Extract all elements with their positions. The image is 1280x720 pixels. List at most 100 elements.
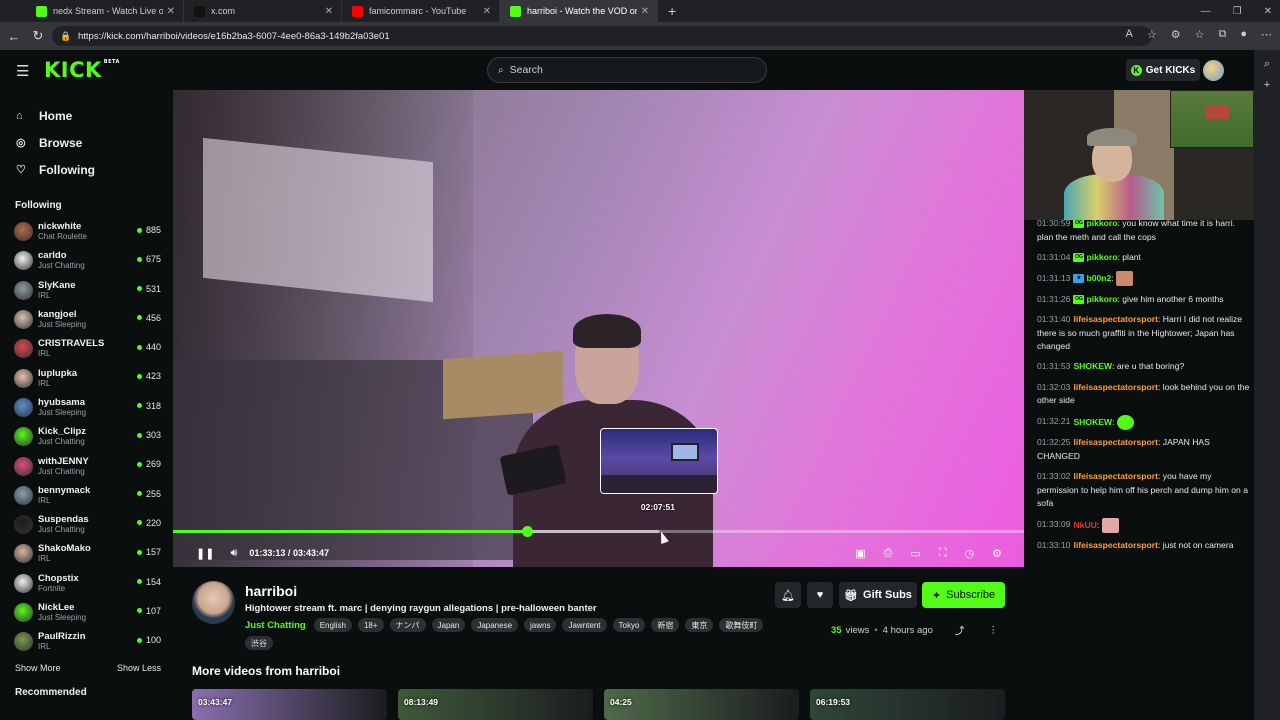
favorites-icon[interactable]: ☆ xyxy=(1195,28,1205,41)
gift-subs-button[interactable]: 🎁︎ Gift Subs xyxy=(839,582,917,608)
chat-username[interactable]: pikkoro xyxy=(1086,252,1117,262)
following-channel[interactable]: Kick_Clipz Just Chatting 303 xyxy=(0,422,172,451)
video-thumbnail[interactable]: 04:25 xyxy=(604,689,799,720)
video-thumbnail[interactable]: 03:43:47 xyxy=(192,689,387,720)
browser-tab[interactable]: famicommarc - YouTube ✕ xyxy=(342,0,500,22)
tag-chip[interactable]: Tokyo xyxy=(612,618,646,632)
following-channel[interactable]: nickwhite Chat Roulette 885 xyxy=(0,217,172,246)
chat-username[interactable]: lifeisaspectatorsport xyxy=(1073,382,1158,392)
subscribe-button[interactable]: ✦ Subscribe xyxy=(922,582,1005,608)
chat-username[interactable]: lifeisaspectatorsport xyxy=(1073,540,1158,550)
back-icon[interactable]: ← xyxy=(2,29,26,44)
browser-tab[interactable]: x.com ✕ xyxy=(184,0,342,22)
chat-username[interactable]: SHOKEW xyxy=(1073,361,1112,371)
playback-speed-icon[interactable]: ◷ xyxy=(965,547,975,560)
tag-chip[interactable]: English xyxy=(313,618,352,632)
progress-handle[interactable] xyxy=(522,526,534,537)
clip-icon[interactable]: ⎙ xyxy=(884,547,893,560)
video-thumbnail[interactable]: 06:19:53 xyxy=(810,689,1005,720)
tab-close-icon[interactable]: ✕ xyxy=(641,6,649,17)
reload-icon[interactable]: ↻ xyxy=(26,28,50,44)
progress-played xyxy=(173,530,528,533)
fullscreen-icon[interactable]: ⛶ xyxy=(939,547,947,560)
tag-chip[interactable]: jawns xyxy=(524,618,557,632)
theater-mode-icon[interactable]: ▭ xyxy=(910,547,920,560)
follow-button[interactable]: ♥ xyxy=(807,582,833,608)
get-kicks-button[interactable]: K Get KICKs xyxy=(1126,59,1200,81)
star-icon[interactable]: ☆ xyxy=(1147,28,1157,41)
notification-bell-button[interactable]: 🔔︎ xyxy=(775,582,801,608)
show-more-button[interactable]: Show More xyxy=(15,663,61,673)
tab-close-icon[interactable]: ✕ xyxy=(483,6,491,17)
read-aloud-icon[interactable]: A xyxy=(1126,28,1133,41)
tab-close-icon[interactable]: ✕ xyxy=(167,6,175,17)
tag-chip[interactable]: 東京 xyxy=(685,618,714,632)
tag-chip[interactable]: 新宿 xyxy=(651,618,680,632)
following-channel[interactable]: PaulRizzin IRL 100 xyxy=(0,627,172,656)
following-channel[interactable]: withJENNY Just Chatting 269 xyxy=(0,451,172,480)
browser-tab[interactable]: harriboi - Watch the VOD on ✕ xyxy=(500,0,658,22)
sidebar-nav-home[interactable]: ⌂ Home xyxy=(0,102,172,129)
sidebar-nav-browse[interactable]: ◎ Browse xyxy=(0,129,172,156)
category-link[interactable]: Just Chatting xyxy=(245,620,306,631)
following-channel[interactable]: carldo Just Chatting 675 xyxy=(0,246,172,275)
menu-icon[interactable]: ☰ xyxy=(16,62,29,80)
share-icon[interactable]: ⤴ xyxy=(955,623,965,637)
following-channel[interactable]: luplupka IRL 423 xyxy=(0,363,172,392)
following-channel[interactable]: CRISTRAVELS IRL 440 xyxy=(0,334,172,363)
user-avatar[interactable] xyxy=(1203,60,1224,81)
video-thumbnail[interactable]: 08:13:49 xyxy=(398,689,593,720)
live-dot-icon xyxy=(136,344,142,350)
volume-icon[interactable]: 🔊︎ xyxy=(230,547,237,560)
tag-chip[interactable]: Japanese xyxy=(471,618,519,632)
search-icon[interactable]: ⌕ xyxy=(1254,58,1280,71)
channel-avatar[interactable] xyxy=(192,581,235,624)
more-options-icon[interactable]: ⋮ xyxy=(988,625,998,636)
new-tab-button[interactable]: + xyxy=(658,3,686,19)
settings-icon[interactable]: ⚙ xyxy=(992,547,1002,560)
following-channel[interactable]: NickLee Just Sleeping 107 xyxy=(0,598,172,627)
streamer-cam-popout[interactable] xyxy=(1024,90,1254,220)
kick-logo[interactable]: KICK BETA xyxy=(44,58,120,82)
chat-username[interactable]: pikkoro xyxy=(1086,294,1117,304)
live-dot-icon xyxy=(136,579,142,585)
tag-chip[interactable]: 渋谷 xyxy=(245,636,273,650)
tab-close-icon[interactable]: ✕ xyxy=(325,6,333,17)
close-window-icon[interactable]: ✕ xyxy=(1264,6,1272,17)
more-icon[interactable]: ⋯ xyxy=(1261,28,1272,41)
following-channel[interactable]: Chopstix Fortnite 154 xyxy=(0,569,172,598)
sidebar-nav-following[interactable]: ♡ Following xyxy=(0,156,172,183)
chat-username[interactable]: lifeisaspectatorsport xyxy=(1073,471,1158,481)
following-channel[interactable]: hyubsama Just Sleeping 318 xyxy=(0,393,172,422)
profile-icon[interactable]: ● xyxy=(1240,28,1247,41)
following-channel[interactable]: SlyKane IRL 531 xyxy=(0,276,172,305)
minimize-icon[interactable]: — xyxy=(1201,6,1211,17)
tag-chip[interactable]: Jawntent xyxy=(562,618,607,632)
browser-tab[interactable]: nedx Stream - Watch Live on ✕ xyxy=(26,0,184,22)
extensions-icon[interactable]: ⚙ xyxy=(1171,28,1181,41)
video-duration: 08:13:49 xyxy=(404,697,439,707)
following-channel[interactable]: ShakoMako IRL 157 xyxy=(0,539,172,568)
collections-icon[interactable]: ⧉ xyxy=(1218,28,1226,41)
chat-username[interactable]: SHOKEW xyxy=(1073,416,1112,426)
pause-icon[interactable]: ❚❚ xyxy=(196,547,214,560)
tag-chip[interactable]: ナンパ xyxy=(389,618,426,632)
following-channel[interactable]: Suspendas Just Chatting 220 xyxy=(0,510,172,539)
show-less-button[interactable]: Show Less xyxy=(117,663,161,673)
add-icon[interactable]: + xyxy=(1254,79,1280,91)
chat-username[interactable]: lifeisaspectatorsport xyxy=(1073,314,1158,324)
following-channel[interactable]: kangjoel Just Sleeping 456 xyxy=(0,305,172,334)
chat-username[interactable]: b00n2 xyxy=(1086,273,1111,283)
miniplayer-icon[interactable]: ▣ xyxy=(855,547,865,560)
tag-chip[interactable]: 18+ xyxy=(357,618,384,632)
following-channel[interactable]: bennymack IRL 255 xyxy=(0,481,172,510)
restore-icon[interactable]: ❐ xyxy=(1233,6,1242,17)
tag-chip[interactable]: Japan xyxy=(431,618,466,632)
search-input[interactable]: ⌕ Search xyxy=(487,57,767,83)
url-field[interactable]: 🔒 https://kick.com/harriboi/videos/e16b2… xyxy=(52,26,1152,46)
chat-username[interactable]: lifeisaspectatorsport xyxy=(1073,437,1158,447)
chat-username[interactable]: NkUU xyxy=(1073,519,1096,529)
channel-name[interactable]: harriboi xyxy=(245,583,297,599)
video-player[interactable]: 02:07:51 ❚❚ 🔊︎ 01:33:13 / 03:43:47 ▣ ⎙ ▭… xyxy=(173,90,1024,567)
tag-chip[interactable]: 歌舞伎町 xyxy=(719,618,764,632)
